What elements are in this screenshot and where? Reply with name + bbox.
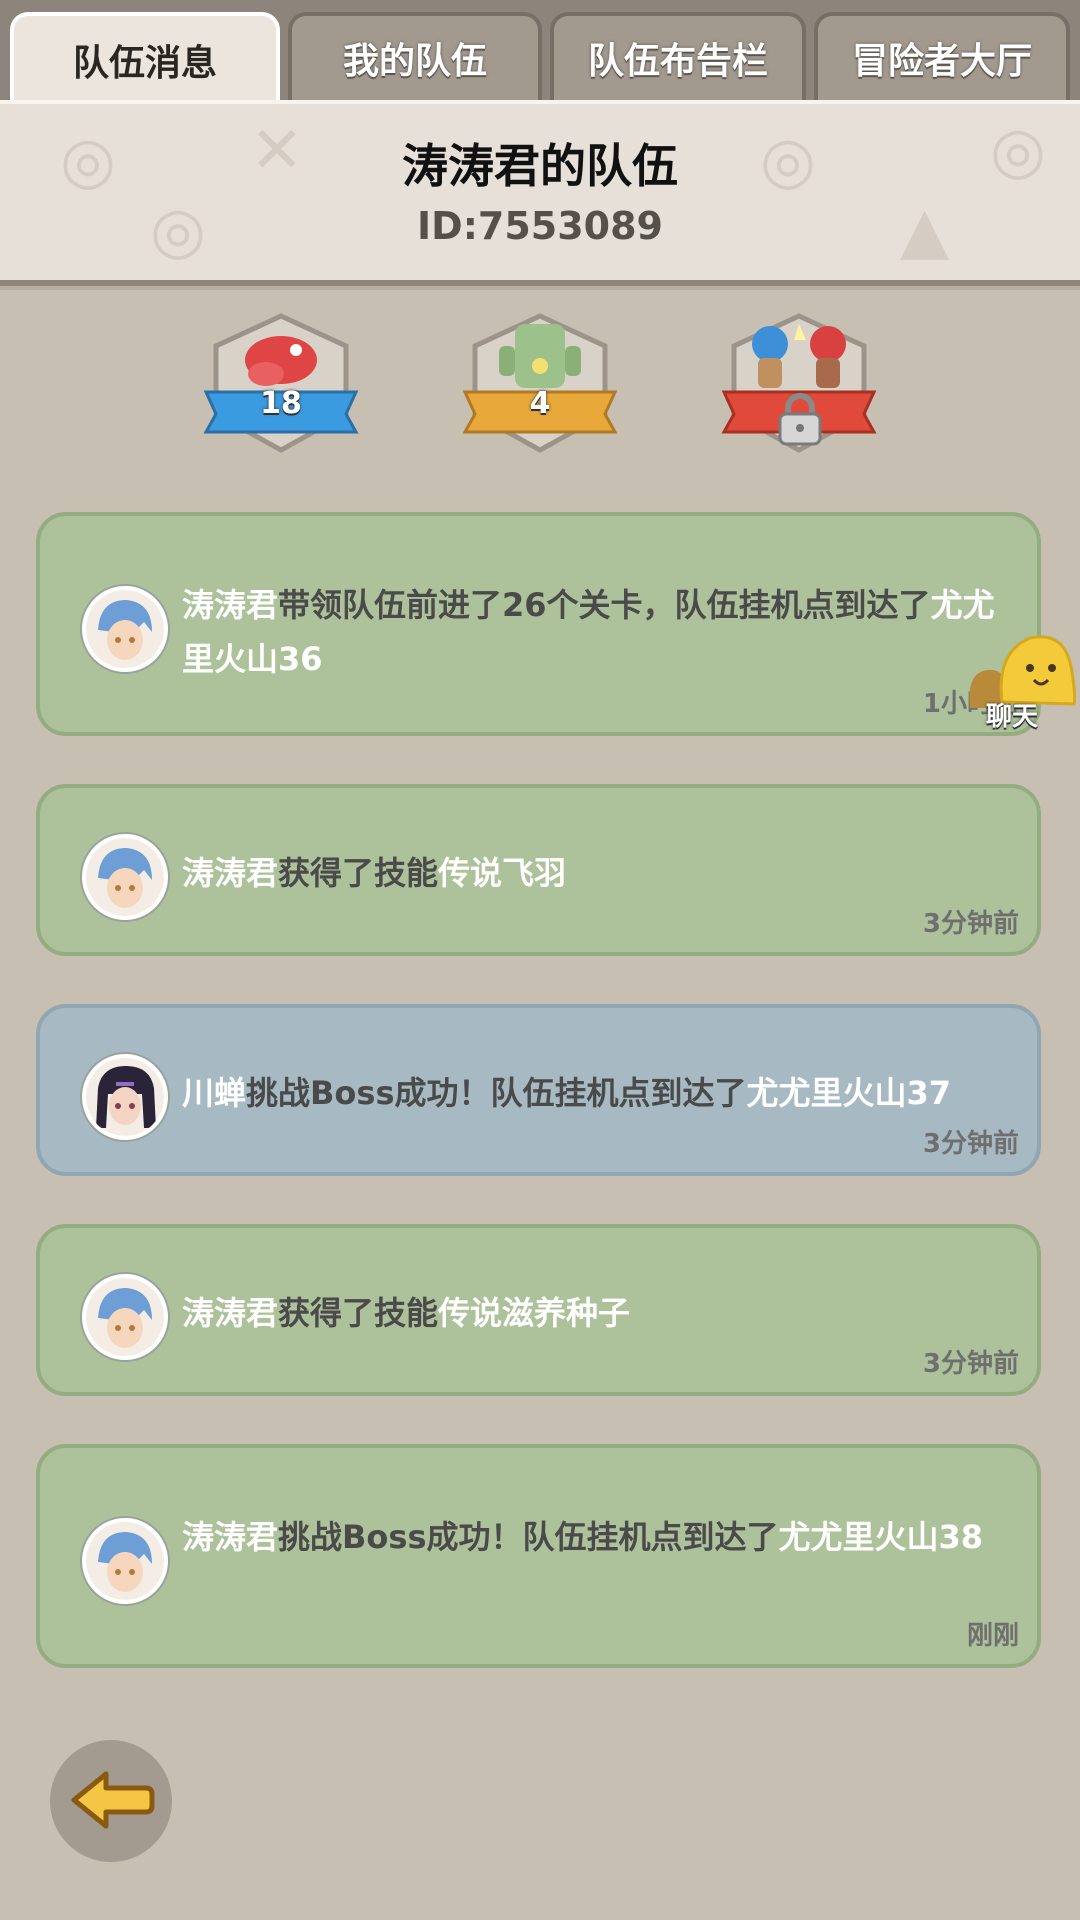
team-id: ID:7553089 bbox=[417, 204, 663, 248]
message-time: 3分钟前 bbox=[922, 909, 1019, 939]
team-message: 涛涛君挑战Boss成功！队伍挂机点到达了尤尤里火山38 刚刚 bbox=[36, 1444, 1041, 1668]
blue-hair-avatar[interactable] bbox=[82, 586, 168, 672]
dino-badge[interactable]: 18 bbox=[196, 310, 366, 460]
green-golem-icon bbox=[462, 313, 618, 453]
tab-team-messages[interactable]: 队伍消息 bbox=[10, 12, 280, 104]
message-text: 川蝉挑战Boss成功！队伍挂机点到达了尤尤里火山37 bbox=[182, 1074, 952, 1112]
team-header: ◎ ◎ ✕ ◎ ▲ ◎ 涛涛君的队伍 ID:7553089 bbox=[0, 100, 1080, 280]
chat-label: 聊天 bbox=[986, 702, 1039, 732]
message-text: 涛涛君获得了技能传说滋养种子 bbox=[182, 1294, 631, 1332]
red-dinosaur-icon bbox=[203, 313, 359, 453]
golem-badge[interactable]: 4 bbox=[455, 310, 625, 460]
message-text: 涛涛君获得了技能传说飞羽 bbox=[182, 854, 567, 892]
tab-my-team[interactable]: 我的队伍 bbox=[288, 12, 542, 100]
message-time: 3分钟前 bbox=[922, 1129, 1019, 1159]
tab-team-board[interactable]: 队伍布告栏 bbox=[550, 12, 806, 100]
dino-badge-count: 18 bbox=[260, 386, 302, 421]
team-message: 涛涛君获得了技能传说滋养种子 3分钟前 bbox=[36, 1224, 1041, 1396]
message-text: 涛涛君挑战Boss成功！队伍挂机点到达了尤尤里火山38 bbox=[182, 1518, 984, 1556]
message-time: 刚刚 bbox=[966, 1621, 1019, 1651]
dark-hair-avatar[interactable] bbox=[82, 1054, 168, 1140]
back-button[interactable] bbox=[50, 1740, 172, 1862]
team-message: 涛涛君带领队伍前进了26个关卡，队伍挂机点到达了尤尤里火山36 1小时前 bbox=[36, 512, 1041, 736]
team-message: 涛涛君获得了技能传说飞羽 3分钟前 bbox=[36, 784, 1041, 956]
message-text: 涛涛君带领队伍前进了26个关卡，队伍挂机点到达了尤尤里火山36 bbox=[182, 586, 995, 678]
back-arrow-icon bbox=[71, 1771, 155, 1829]
tab-adventurer-hall[interactable]: 冒险者大厅 bbox=[814, 12, 1070, 100]
lock-icon bbox=[778, 393, 822, 446]
battle-badge[interactable] bbox=[714, 310, 884, 460]
blue-hair-avatar[interactable] bbox=[82, 834, 168, 920]
blue-hair-avatar[interactable] bbox=[82, 1518, 168, 1604]
tab-bar: 队伍消息 我的队伍 队伍布告栏 冒险者大厅 bbox=[0, 0, 1080, 104]
team-name: 涛涛君的队伍 bbox=[402, 139, 678, 193]
golem-badge-count: 4 bbox=[529, 386, 551, 421]
team-message: 川蝉挑战Boss成功！队伍挂机点到达了尤尤里火山37 3分钟前 bbox=[36, 1004, 1041, 1176]
blue-hair-avatar[interactable] bbox=[82, 1274, 168, 1360]
message-time: 3分钟前 bbox=[922, 1349, 1019, 1379]
chat-button[interactable]: 聊天 bbox=[966, 628, 1077, 738]
